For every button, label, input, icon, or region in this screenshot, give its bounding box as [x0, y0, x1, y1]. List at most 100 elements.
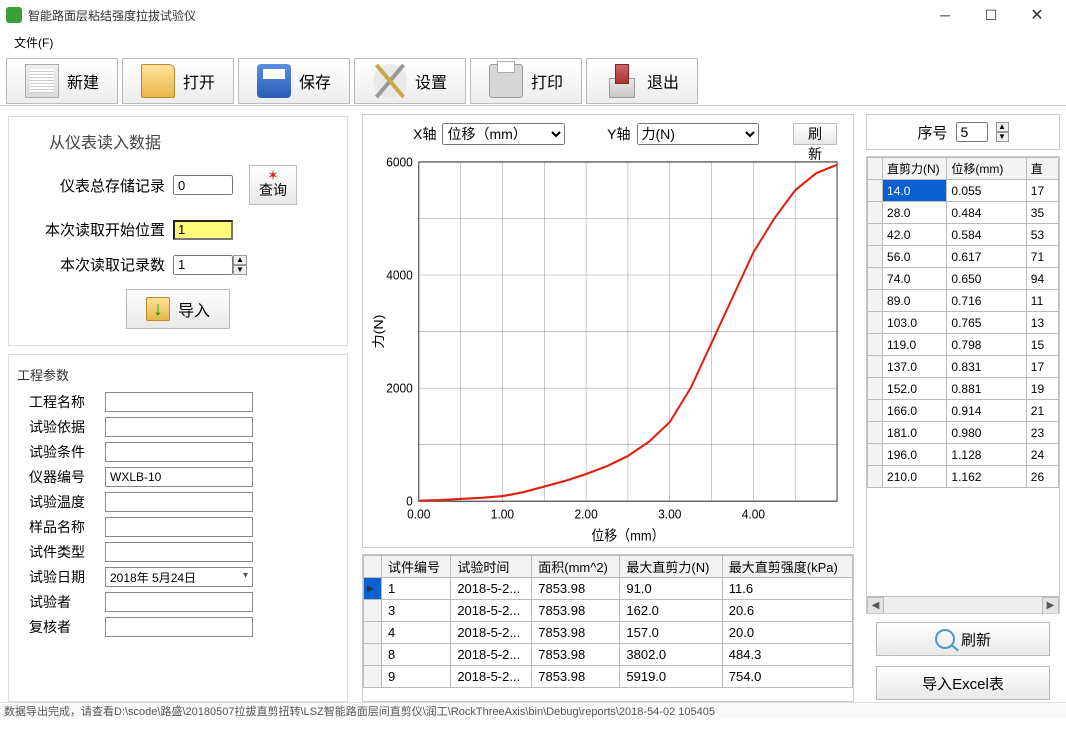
app-icon: [6, 7, 22, 23]
svg-text:2.00: 2.00: [574, 507, 597, 522]
data-grid: 直剪力(N) 位移(mm) 直 14.00.0551728.00.4843542…: [866, 156, 1060, 614]
exit-button[interactable]: 退出: [586, 58, 698, 104]
import-icon: [146, 297, 170, 321]
table-row[interactable]: 82018-5-2...7853.983802.0484.3: [364, 644, 853, 666]
svg-text:0.00: 0.00: [407, 507, 430, 522]
sequence-input[interactable]: [956, 122, 988, 142]
save-icon: [257, 64, 291, 98]
horizontal-scrollbar[interactable]: ◀▶: [867, 596, 1059, 613]
sample-name-field[interactable]: [105, 517, 253, 537]
project-name-field[interactable]: [105, 392, 253, 412]
svg-text:4.00: 4.00: [742, 507, 765, 522]
table-row[interactable]: 119.00.79815: [868, 334, 1059, 356]
project-panel: 工程参数 工程名称 试验依据 试验条件 仪器编号WXLB-10 试验温度 样品名…: [8, 354, 348, 702]
chart-box: X轴 位移（mm） Y轴 力(N) 刷新 0.00 1.00 2.00 3.00 4.0…: [362, 114, 854, 548]
menu-file[interactable]: 文件(F): [8, 32, 59, 53]
table-row[interactable]: 103.00.76513: [868, 312, 1059, 334]
table-row[interactable]: 152.00.88119: [868, 378, 1059, 400]
minimize-button[interactable]: ─: [922, 0, 968, 30]
svg-text:位移（mm）: 位移（mm）: [591, 528, 664, 544]
right-pane: 序号 ▲▼ 直剪力(N) 位移(mm) 直 14.00.0551728.00.4…: [860, 106, 1066, 702]
close-button[interactable]: ✕: [1014, 0, 1060, 30]
project-group-title: 工程参数: [17, 365, 339, 384]
left-pane: 从仪表读入数据 仪表总存储记录 ✶查询 本次读取开始位置 本次读取记录数 ▲▼ …: [0, 106, 356, 702]
sequence-row: 序号 ▲▼: [866, 114, 1060, 150]
exit-icon: [605, 64, 639, 98]
table-row[interactable]: 166.00.91421: [868, 400, 1059, 422]
table-row[interactable]: 42018-5-2...7853.98157.020.0: [364, 622, 853, 644]
svg-text:2000: 2000: [386, 381, 413, 396]
table-row[interactable]: 196.01.12824: [868, 444, 1059, 466]
reviewer-field[interactable]: [105, 617, 253, 637]
results-table[interactable]: 试件编号 试验时间 面积(mm^2) 最大直剪力(N) 最大直剪强度(kPa) …: [363, 555, 853, 688]
x-axis-select[interactable]: 位移（mm）: [442, 123, 564, 145]
read-count-input[interactable]: [173, 255, 233, 275]
test-condition-field[interactable]: [105, 442, 253, 462]
table-row[interactable]: 32018-5-2...7853.98162.020.6: [364, 600, 853, 622]
table-row[interactable]: 14.00.05517: [868, 180, 1059, 202]
total-records-input[interactable]: [173, 175, 233, 195]
read-count-spinner[interactable]: ▲▼: [173, 255, 247, 275]
seq-up-icon[interactable]: ▲: [996, 122, 1009, 132]
maximize-button[interactable]: ☐: [968, 0, 1014, 30]
start-pos-input[interactable]: [173, 220, 233, 240]
table-row[interactable]: 92018-5-2...7853.985919.0754.0: [364, 666, 853, 688]
table-row[interactable]: 12018-5-2...7853.9891.011.6: [364, 578, 853, 600]
export-excel-button[interactable]: 导入Excel表: [876, 666, 1050, 700]
svg-text:力(N): 力(N): [372, 315, 386, 349]
start-pos-label: 本次读取开始位置: [45, 219, 165, 240]
table-row[interactable]: 181.00.98023: [868, 422, 1059, 444]
settings-button[interactable]: 设置: [354, 58, 466, 104]
sequence-label: 序号: [917, 122, 947, 143]
svg-text:0: 0: [406, 494, 413, 509]
settings-icon: [373, 64, 407, 98]
statusbar: 数据导出完成，请查看D:\scode\路盛\20180507拉拔直剪扭转\LSZ…: [0, 702, 1066, 719]
tester-field[interactable]: [105, 592, 253, 612]
read-panel-title: 从仪表读入数据: [19, 129, 337, 153]
instrument-no-field[interactable]: WXLB-10: [105, 467, 253, 487]
read-count-label: 本次读取记录数: [45, 254, 165, 275]
svg-text:6000: 6000: [386, 155, 413, 170]
svg-text:3.00: 3.00: [658, 507, 681, 522]
spinner-up-icon[interactable]: ▲: [233, 255, 247, 265]
print-button[interactable]: 打印: [470, 58, 582, 104]
menubar: 文件(F): [0, 30, 1066, 54]
table-row[interactable]: 89.00.71611: [868, 290, 1059, 312]
spinner-down-icon[interactable]: ▼: [233, 265, 247, 275]
chart-refresh-button[interactable]: 刷新: [793, 123, 837, 145]
results-table-box: 试件编号 试验时间 面积(mm^2) 最大直剪力(N) 最大直剪强度(kPa) …: [362, 554, 854, 702]
chart-canvas: 0.00 1.00 2.00 3.00 4.00 0 2000 4000 6000 位移（mm） 力…: [369, 151, 847, 545]
specimen-type-field[interactable]: [105, 542, 253, 562]
svg-text:4000: 4000: [386, 268, 413, 283]
query-button[interactable]: ✶查询: [249, 165, 297, 205]
right-refresh-button[interactable]: 刷新: [876, 622, 1050, 656]
read-panel: 从仪表读入数据 仪表总存储记录 ✶查询 本次读取开始位置 本次读取记录数 ▲▼ …: [8, 116, 348, 346]
window-title: 智能路面层粘结强度拉拔试验仪: [28, 7, 196, 24]
x-axis-label: X轴: [405, 124, 436, 144]
open-button[interactable]: 打开: [122, 58, 234, 104]
star-icon: ✶: [267, 170, 279, 180]
total-records-label: 仪表总存储记录: [45, 175, 165, 196]
magnify-icon: [935, 629, 955, 649]
table-row[interactable]: 137.00.83117: [868, 356, 1059, 378]
table-row[interactable]: 210.01.16226: [868, 466, 1059, 488]
y-axis-label: Y轴: [599, 124, 630, 144]
svg-text:1.00: 1.00: [491, 507, 514, 522]
data-table[interactable]: 直剪力(N) 位移(mm) 直 14.00.0551728.00.4843542…: [867, 157, 1059, 488]
new-button[interactable]: 新建: [6, 58, 118, 104]
toolbar: 新建 打开 保存 设置 打印 退出: [0, 54, 1066, 106]
test-basis-field[interactable]: [105, 417, 253, 437]
center-pane: X轴 位移（mm） Y轴 力(N) 刷新 0.00 1.00 2.00 3.00 4.0…: [356, 106, 860, 702]
test-temp-field[interactable]: [105, 492, 253, 512]
test-date-picker[interactable]: 2018年 5月24日: [105, 567, 253, 587]
table-row[interactable]: 28.00.48435: [868, 202, 1059, 224]
save-button[interactable]: 保存: [238, 58, 350, 104]
table-row[interactable]: 74.00.65094: [868, 268, 1059, 290]
seq-down-icon[interactable]: ▼: [996, 132, 1009, 142]
titlebar: 智能路面层粘结强度拉拔试验仪 ─ ☐ ✕: [0, 0, 1066, 30]
table-row[interactable]: 42.00.58453: [868, 224, 1059, 246]
table-row[interactable]: 56.00.61771: [868, 246, 1059, 268]
import-button[interactable]: 导入: [126, 289, 230, 329]
open-icon: [141, 64, 175, 98]
y-axis-select[interactable]: 力(N): [637, 123, 759, 145]
